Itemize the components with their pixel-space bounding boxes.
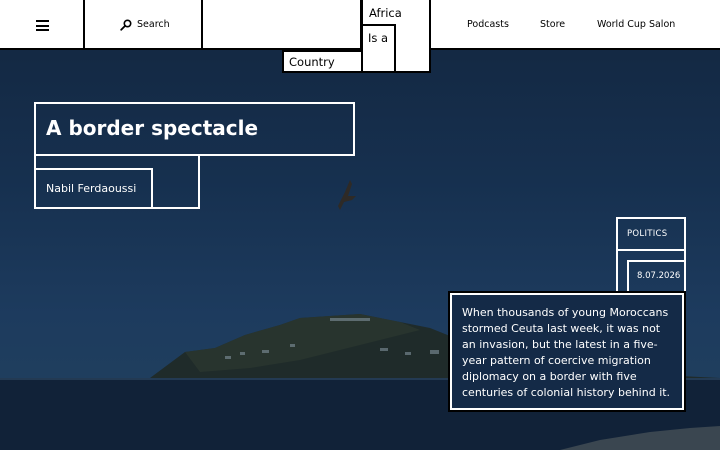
site-header: Search Podcasts Store World Cup Salon — [0, 0, 720, 50]
search-button[interactable]: Search — [137, 19, 170, 30]
nav-world-cup-salon[interactable]: World Cup Salon — [597, 19, 675, 30]
logo-word-country: Country — [289, 55, 335, 69]
logo-is-a[interactable]: Is a — [361, 24, 396, 73]
logo-word-africa: Africa — [369, 6, 402, 20]
article-excerpt-inner: When thousands of young Moroccans storme… — [452, 295, 682, 408]
header-spacer-cell — [203, 0, 362, 50]
logo-country[interactable]: Country — [282, 50, 363, 73]
menu-cell[interactable] — [0, 0, 85, 50]
article-excerpt: When thousands of young Moroccans storme… — [462, 306, 671, 399]
article-category[interactable]: POLITICS — [627, 229, 668, 239]
logo-word-is-a: Is a — [368, 31, 389, 45]
article-excerpt-box: When thousands of young Moroccans storme… — [448, 291, 686, 412]
nav-store[interactable]: Store — [540, 19, 565, 30]
search-icon[interactable] — [120, 19, 132, 31]
nav-podcasts[interactable]: Podcasts — [467, 19, 509, 30]
article-author[interactable]: Nabil Ferdaoussi — [46, 182, 136, 195]
article-date: 8.07.2026 — [637, 271, 681, 281]
article-title[interactable]: A border spectacle — [46, 116, 258, 140]
hamburger-icon[interactable] — [36, 20, 49, 31]
